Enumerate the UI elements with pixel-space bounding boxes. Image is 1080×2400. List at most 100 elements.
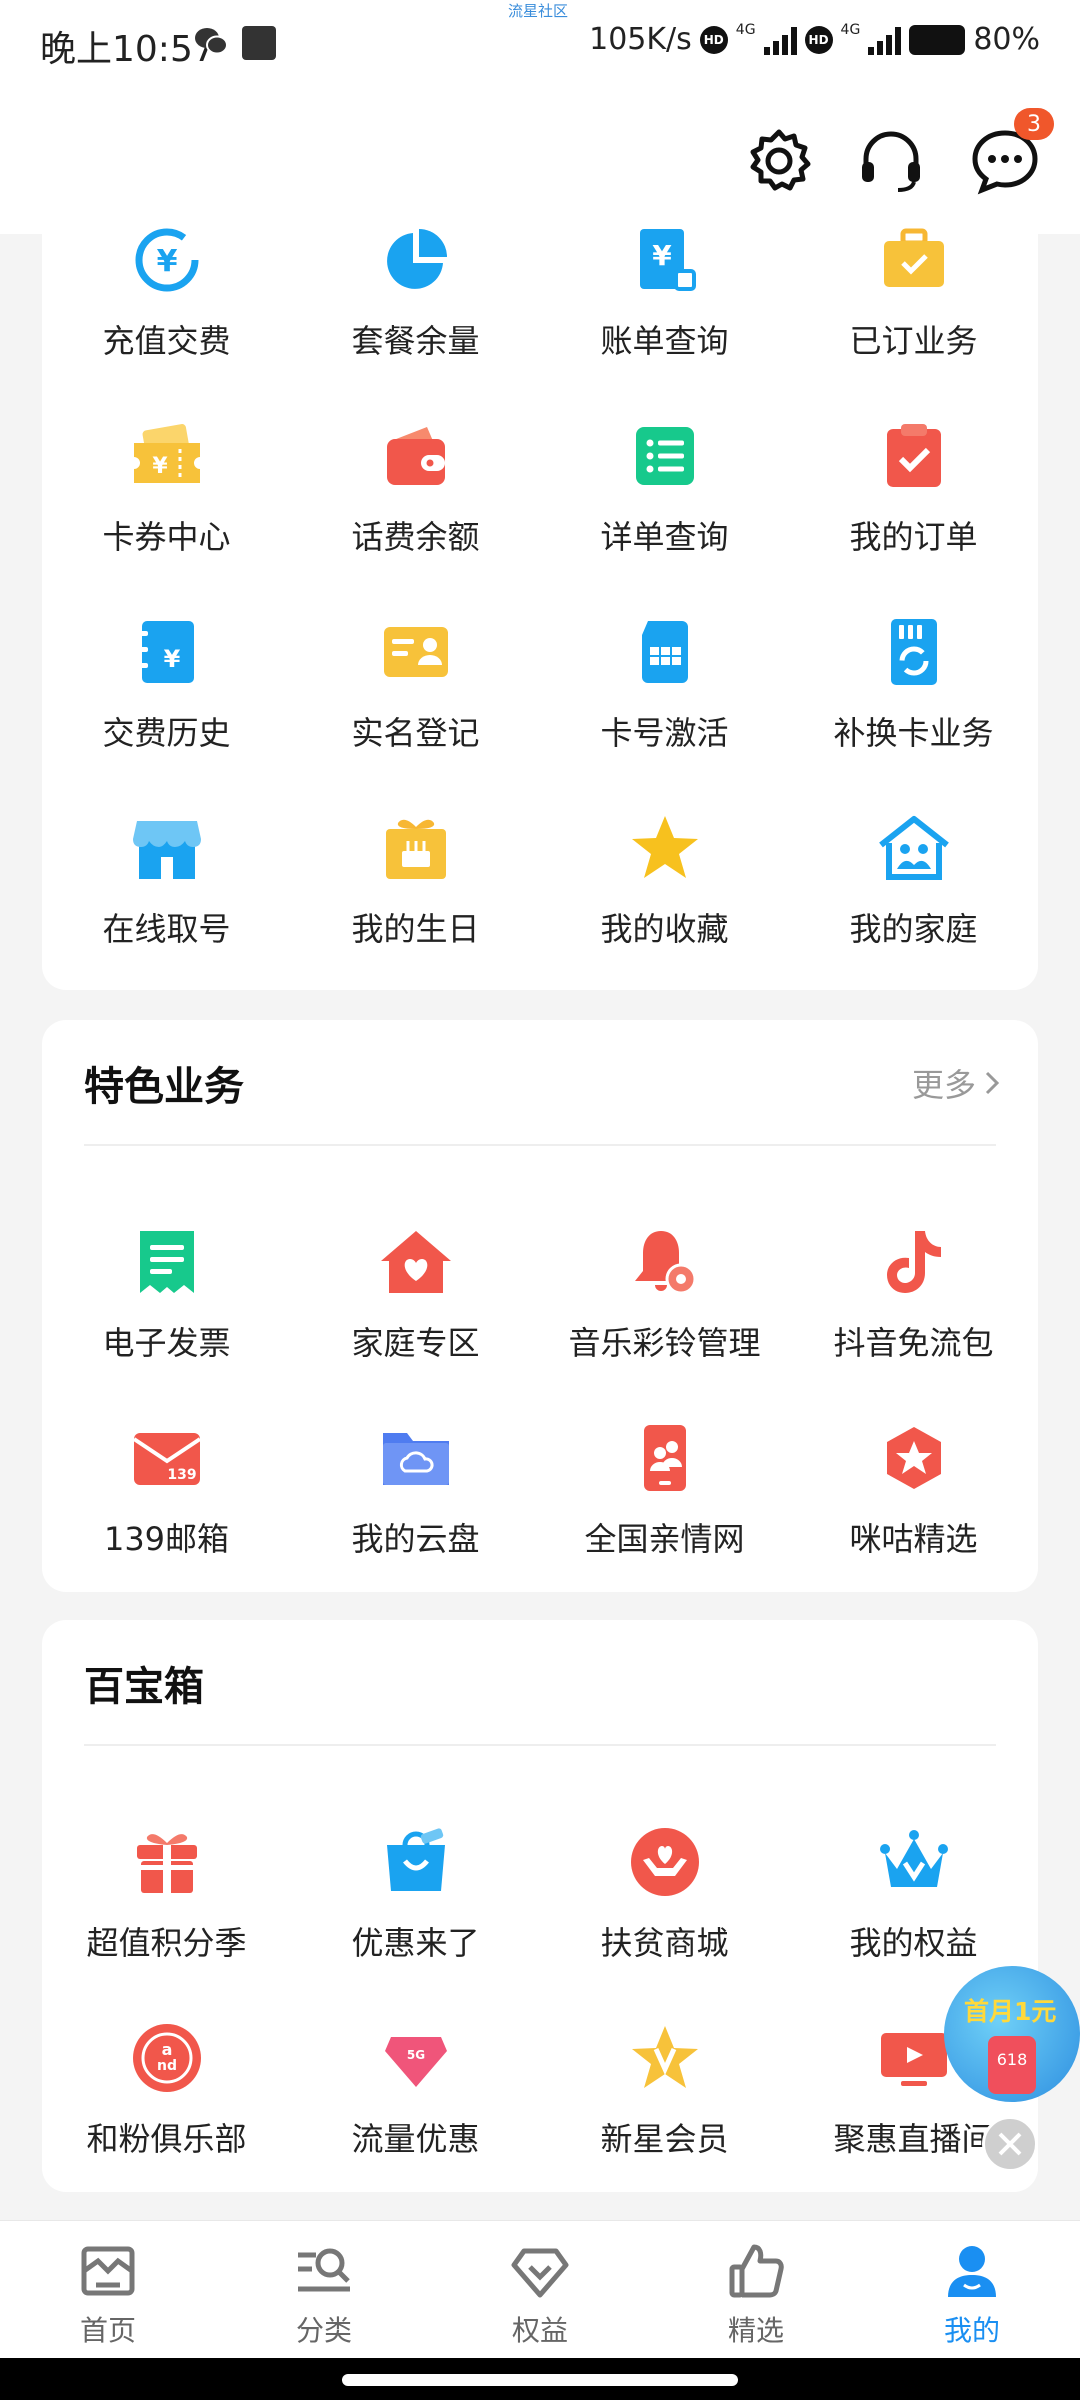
settings-gear-icon[interactable] — [744, 126, 814, 196]
service-subscribed[interactable]: 已订业务 — [789, 210, 1038, 406]
tab-label: 首页 — [79, 2314, 136, 2347]
treasure-points-season[interactable]: 超值积分季 — [42, 1812, 291, 2008]
featured-divider — [84, 1144, 996, 1146]
treasure-star-member[interactable]: 新星会员 — [540, 2008, 789, 2204]
service-birthday[interactable]: 我的生日 — [291, 798, 540, 994]
birthday-gift-icon — [376, 808, 456, 888]
more-label: 更多 — [911, 1066, 976, 1104]
tab-mine[interactable]: 我的 — [864, 2221, 1080, 2358]
gift-box-icon — [127, 1822, 207, 1902]
service-real-name[interactable]: 实名登记 — [291, 602, 540, 798]
service-recharge[interactable]: ¥ 充值交费 — [42, 210, 291, 406]
hd-icon: HD — [699, 25, 728, 54]
network-type-1: 4G — [735, 22, 756, 38]
treasure-label: 扶贫商城 — [600, 1924, 729, 1962]
service-family[interactable]: 我的家庭 — [789, 798, 1038, 994]
battery-level: 80% — [973, 22, 1040, 57]
treasure-deals[interactable]: 优惠来了 — [291, 1812, 540, 2008]
featured-cloud-drive[interactable]: 我的云盘 — [291, 1408, 540, 1604]
service-sim-activation[interactable]: 卡号激活 — [540, 602, 789, 798]
featured-label: 音乐彩铃管理 — [568, 1324, 761, 1362]
svg-text:nd: nd — [157, 2058, 177, 2074]
signal-icon-2 — [868, 25, 902, 55]
message-button[interactable]: 3 — [970, 108, 1054, 196]
service-bill[interactable]: ¥ 账单查询 — [540, 210, 789, 406]
service-label: 话费余额 — [351, 518, 480, 556]
tab-label: 分类 — [295, 2314, 352, 2347]
pie-chart-icon — [376, 220, 456, 300]
services-grid: ¥ 充值交费 套餐余量 ¥ 账单查询 已订业务 ¥ 卡券中心 话费余额 详单查询… — [42, 210, 1038, 994]
tab-home[interactable]: 首页 — [0, 2221, 216, 2358]
featured-139-mail[interactable]: 139 139邮箱 — [42, 1408, 291, 1604]
service-payment-history[interactable]: ¥ 交费历史 — [42, 602, 291, 798]
and-club-icon: a nd — [127, 2018, 207, 2098]
home-gesture-bar[interactable] — [342, 2374, 738, 2386]
headset-service-icon[interactable] — [856, 126, 926, 196]
featured-label: 抖音免流包 — [833, 1324, 994, 1362]
tab-featured[interactable]: 精选 — [648, 2221, 864, 2358]
treasure-label: 超值积分季 — [86, 1924, 247, 1962]
status-right: 105K/s HD 4G HD 4G 80% — [589, 22, 1040, 57]
tab-rights[interactable]: 权益 — [432, 2221, 648, 2358]
services-card: ¥ 充值交费 套餐余量 ¥ 账单查询 已订业务 ¥ 卡券中心 话费余额 详单查询… — [42, 210, 1038, 990]
svg-text:¥: ¥ — [652, 239, 672, 272]
status-bar: 流星社区 晚上10:57 105K/s HD 4G HD 4G 80% — [0, 0, 1080, 86]
featured-title: 特色业务 — [84, 1064, 244, 1110]
service-detail-list[interactable]: 详单查询 — [540, 406, 789, 602]
service-plan-balance[interactable]: 套餐余量 — [291, 210, 540, 406]
recharge-icon: ¥ — [127, 220, 207, 300]
svg-text:139: 139 — [167, 1467, 196, 1483]
service-queue-number[interactable]: 在线取号 — [42, 798, 291, 994]
chevron-right-icon — [985, 1071, 1000, 1095]
treasure-title: 百宝箱 — [84, 1664, 204, 1710]
shopping-bag-icon — [376, 1822, 456, 1902]
service-label: 卡券中心 — [102, 518, 231, 556]
featured-ringtone[interactable]: 音乐彩铃管理 — [540, 1212, 789, 1408]
featured-douyin[interactable]: 抖音免流包 — [789, 1212, 1038, 1408]
wechat-icon — [195, 28, 228, 55]
service-my-orders[interactable]: 我的订单 — [789, 406, 1038, 602]
svg-text:a: a — [161, 2040, 172, 2059]
service-favorites[interactable]: 我的收藏 — [540, 798, 789, 994]
tab-category[interactable]: 分类 — [216, 2221, 432, 2358]
promo-sub: 618 — [996, 2050, 1028, 2069]
service-coupons[interactable]: ¥ 卡券中心 — [42, 406, 291, 602]
featured-family-zone[interactable]: 家庭专区 — [291, 1212, 540, 1408]
treasure-data-deals[interactable]: 5G 流量优惠 — [291, 2008, 540, 2204]
featured-services-card: 特色业务 更多 电子发票 家庭专区 音乐彩铃管理 抖音免流包 139 139邮箱… — [42, 1020, 1038, 1592]
treasure-label: 聚惠直播间 — [833, 2120, 994, 2158]
service-label: 我的生日 — [351, 910, 480, 948]
featured-family-network[interactable]: 全国亲情网 — [540, 1408, 789, 1604]
live-tv-icon — [874, 2018, 954, 2098]
featured-label: 电子发票 — [102, 1324, 231, 1362]
treasure-and-club[interactable]: a nd 和粉俱乐部 — [42, 2008, 291, 2204]
service-label: 交费历史 — [102, 714, 231, 752]
service-label: 实名登记 — [351, 714, 480, 752]
floating-promo-ad[interactable]: 首月1元 618 — [944, 1966, 1080, 2102]
home-icon — [81, 2246, 135, 2296]
signal-icon — [763, 25, 797, 55]
service-sim-swap[interactable]: 补换卡业务 — [789, 602, 1038, 798]
tab-label: 权益 — [511, 2314, 568, 2347]
featured-more-link[interactable]: 更多 — [912, 1060, 1000, 1106]
service-phone-balance[interactable]: 话费余额 — [291, 406, 540, 602]
treasure-box-card: 百宝箱 超值积分季 优惠来了 扶贫商城 我的权益 a nd 和粉俱乐部 5G 流… — [42, 1620, 1038, 2192]
tab-label: 精选 — [727, 2314, 784, 2347]
promo-close-button[interactable] — [982, 2116, 1038, 2172]
promo-title: 首月1元 — [964, 1997, 1057, 2026]
treasure-poverty-mall[interactable]: 扶贫商城 — [540, 1812, 789, 2008]
message-count-badge: 3 — [1014, 108, 1054, 140]
clipboard-check-icon — [874, 416, 954, 496]
crown-icon — [874, 1822, 954, 1902]
close-icon — [998, 2132, 1022, 2156]
treasure-label: 优惠来了 — [351, 1924, 480, 1962]
status-tiny-label: 流星社区 — [508, 2, 569, 20]
featured-e-invoice[interactable]: 电子发票 — [42, 1212, 291, 1408]
coupon-icon: ¥ — [127, 416, 207, 496]
bottom-tab-bar: 首页 分类 权益 精选 我的 — [0, 2220, 1080, 2358]
featured-migu[interactable]: 咪咕精选 — [789, 1408, 1038, 1604]
data-gem-icon: 5G — [376, 2018, 456, 2098]
migu-star-icon — [874, 1418, 954, 1498]
featured-label: 我的云盘 — [351, 1520, 480, 1558]
id-card-icon — [376, 612, 456, 692]
